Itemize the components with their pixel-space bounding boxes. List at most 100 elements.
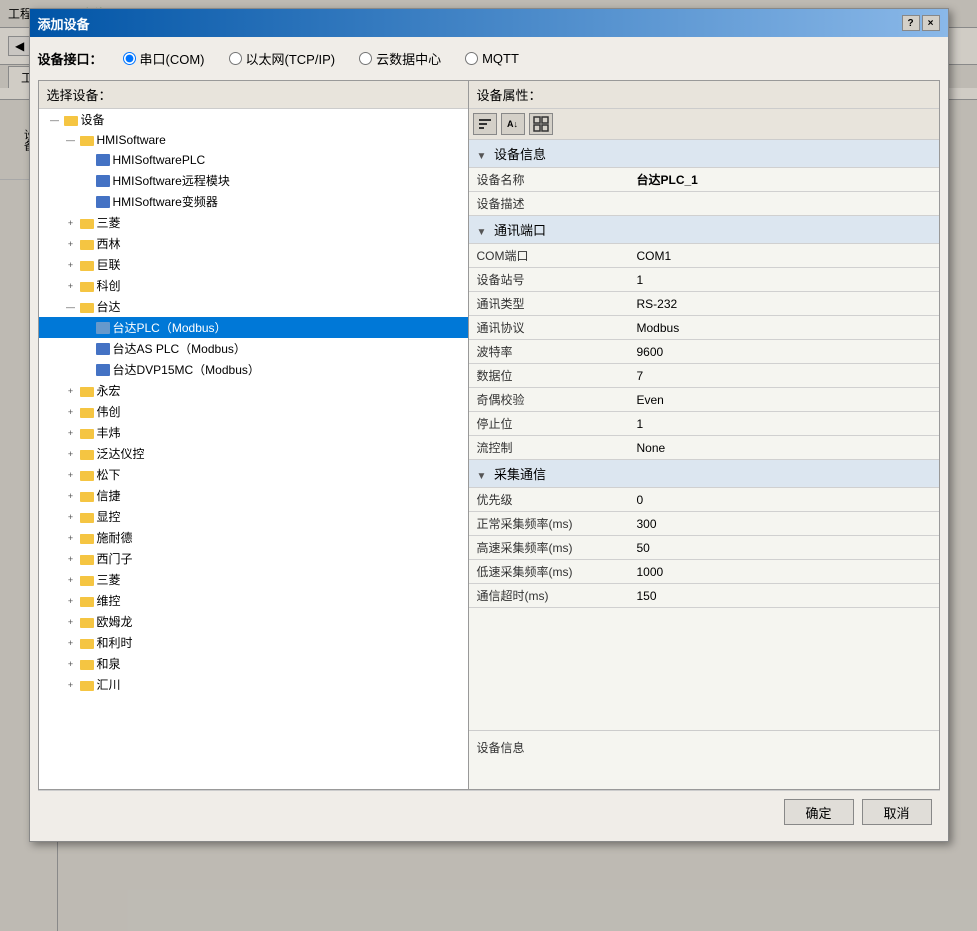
confirm-button[interactable]: 确定 [784, 799, 854, 825]
prop-value-stopbit[interactable]: 1 [629, 412, 939, 436]
prop-label-priority: 优先级 [469, 488, 629, 512]
radio-ethernet[interactable]: 以太网(TCP/IP) [229, 49, 336, 68]
tree-ximenzi[interactable]: + 西门子 [39, 548, 468, 569]
tree-xilin[interactable]: + 西林 [39, 233, 468, 254]
tree-julian-label: 巨联 [97, 256, 121, 273]
tree-hmisoftware-vfd[interactable]: + HMISoftware变频器 [39, 191, 468, 212]
prop-value-normal-freq[interactable]: 300 [629, 512, 939, 536]
expander-yonghong[interactable]: + [63, 383, 79, 399]
radio-com[interactable]: 串口(COM) [123, 49, 205, 68]
expander-helishi[interactable]: + [63, 635, 79, 651]
expander-fengwei[interactable]: + [63, 425, 79, 441]
tree-huichuan[interactable]: + 汇川 [39, 674, 468, 695]
section-arrow-comm[interactable]: ▼ [477, 227, 487, 238]
prop-value-device-name[interactable]: 台达PLC_1 [629, 168, 939, 192]
prop-value-device-desc[interactable] [629, 192, 939, 216]
tree-root[interactable]: — 设备 [39, 109, 468, 130]
expander-xiankong[interactable]: + [63, 509, 79, 525]
tree-weikong[interactable]: + 维控 [39, 590, 468, 611]
prop-value-protocol[interactable]: Modbus [629, 316, 939, 340]
prop-value-priority[interactable]: 0 [629, 488, 939, 512]
tree-taida-dvp15mc[interactable]: + 台达DVP15MC（Modbus） [39, 359, 468, 380]
prop-value-parity[interactable]: Even [629, 388, 939, 412]
tree-taida-asplc[interactable]: + 台达AS PLC（Modbus） [39, 338, 468, 359]
tree-julian[interactable]: + 巨联 [39, 254, 468, 275]
expander-oumulong[interactable]: + [63, 614, 79, 630]
expander-shinaider[interactable]: + [63, 530, 79, 546]
expander-sanjing2[interactable]: + [63, 572, 79, 588]
tree-hmisoftwareplc[interactable]: + HMISoftwarePLC [39, 150, 468, 170]
prop-value-com-port[interactable]: COM1 [629, 244, 939, 268]
tree-xinjie[interactable]: + 信捷 [39, 485, 468, 506]
expander-hequan[interactable]: + [63, 656, 79, 672]
tree-shinaider[interactable]: + 施耐德 [39, 527, 468, 548]
expander-sanjing[interactable]: + [63, 215, 79, 231]
expander-huichuan[interactable]: + [63, 677, 79, 693]
tree-hequan[interactable]: + 和泉 [39, 653, 468, 674]
prop-value-comm-type[interactable]: RS-232 [629, 292, 939, 316]
tree-helishi[interactable]: + 和利时 [39, 632, 468, 653]
tree-xiankong[interactable]: + 显控 [39, 506, 468, 527]
tree-oumulong[interactable]: + 欧姆龙 [39, 611, 468, 632]
prop-value-flowctrl[interactable]: None [629, 436, 939, 460]
props-container[interactable]: ▼ 设备信息 设备名称 台达PLC_1 设 [469, 140, 939, 730]
prop-value-timeout[interactable]: 150 [629, 584, 939, 608]
device-tree-container[interactable]: — 设备 — [39, 109, 468, 789]
prop-value-databit[interactable]: 7 [629, 364, 939, 388]
dialog-footer: 确定 取消 [38, 790, 940, 833]
expander-hmisoftware[interactable]: — [63, 132, 79, 148]
tree-hmisoftware-remote[interactable]: + HMISoftware远程模块 [39, 170, 468, 191]
tree-sanjing[interactable]: + 三菱 [39, 212, 468, 233]
expander-ximenzi[interactable]: + [63, 551, 79, 567]
prop-value-fast-freq[interactable]: 50 [629, 536, 939, 560]
tree-fengwei-label: 丰炜 [97, 424, 121, 441]
expander-julian[interactable]: + [63, 257, 79, 273]
tree-songxia[interactable]: + 松下 [39, 464, 468, 485]
close-button[interactable]: × [922, 15, 940, 31]
props-grid-btn[interactable] [529, 113, 553, 135]
expander-fanda[interactable]: + [63, 446, 79, 462]
section-arrow-collect[interactable]: ▼ [477, 471, 487, 482]
tree-kechuang[interactable]: + 科创 [39, 275, 468, 296]
tree-yonghong[interactable]: + 永宏 [39, 380, 468, 401]
expander-xinjie[interactable]: + [63, 488, 79, 504]
main-area: 选择设备： — 设备 [38, 80, 940, 790]
radio-ethernet-input[interactable] [229, 52, 242, 65]
folder-icon-shinaider [79, 530, 95, 546]
tree-hmisoftware[interactable]: — HMISoftware [39, 130, 468, 150]
cancel-button[interactable]: 取消 [862, 799, 932, 825]
tree-helishi-label: 和利时 [97, 634, 133, 651]
props-sort-btn[interactable] [473, 113, 497, 135]
radio-mqtt-input[interactable] [465, 52, 478, 65]
expander-xilin[interactable]: + [63, 236, 79, 252]
expander-weichuang[interactable]: + [63, 404, 79, 420]
dialog-title: 添加设备 [38, 14, 902, 33]
tree-root-label: 设备 [81, 111, 105, 128]
props-az-btn[interactable]: A↓ [501, 113, 525, 135]
tree-ximenzi-label: 西门子 [97, 550, 133, 567]
expander-root[interactable]: — [47, 112, 63, 128]
radio-cloud-input[interactable] [359, 52, 372, 65]
radio-com-input[interactable] [123, 52, 136, 65]
prop-value-slow-freq[interactable]: 1000 [629, 560, 939, 584]
folder-icon-xiankong [79, 509, 95, 525]
tree-fengwei[interactable]: + 丰炜 [39, 422, 468, 443]
section-arrow-info[interactable]: ▼ [477, 151, 487, 162]
tree-weichuang[interactable]: + 伟创 [39, 401, 468, 422]
tree-taida-plc[interactable]: + 台达PLC（Modbus） [39, 317, 468, 338]
tree-sanjing2[interactable]: + 三菱 [39, 569, 468, 590]
tree-fanda[interactable]: + 泛达仪控 [39, 443, 468, 464]
help-button[interactable]: ? [902, 15, 920, 31]
prop-value-baudrate[interactable]: 9600 [629, 340, 939, 364]
radio-cloud[interactable]: 云数据中心 [359, 49, 441, 68]
expander-kechuang[interactable]: + [63, 278, 79, 294]
expander-taida[interactable]: — [63, 299, 79, 315]
tree-taida[interactable]: — 台达 [39, 296, 468, 317]
radio-mqtt[interactable]: MQTT [465, 51, 519, 66]
device-icon-hmisoftware-remote [95, 173, 111, 189]
expander-songxia[interactable]: + [63, 467, 79, 483]
expander-weikong[interactable]: + [63, 593, 79, 609]
prop-value-station-num[interactable]: 1 [629, 268, 939, 292]
tree-hmisoftware-remote-label: HMISoftware远程模块 [113, 172, 230, 189]
app-background: 工程(F5) ▶ 高线 ◀ ▶ ↻ B 2 工程 ✕ 分类 设备 添加设备 ? [0, 0, 977, 931]
